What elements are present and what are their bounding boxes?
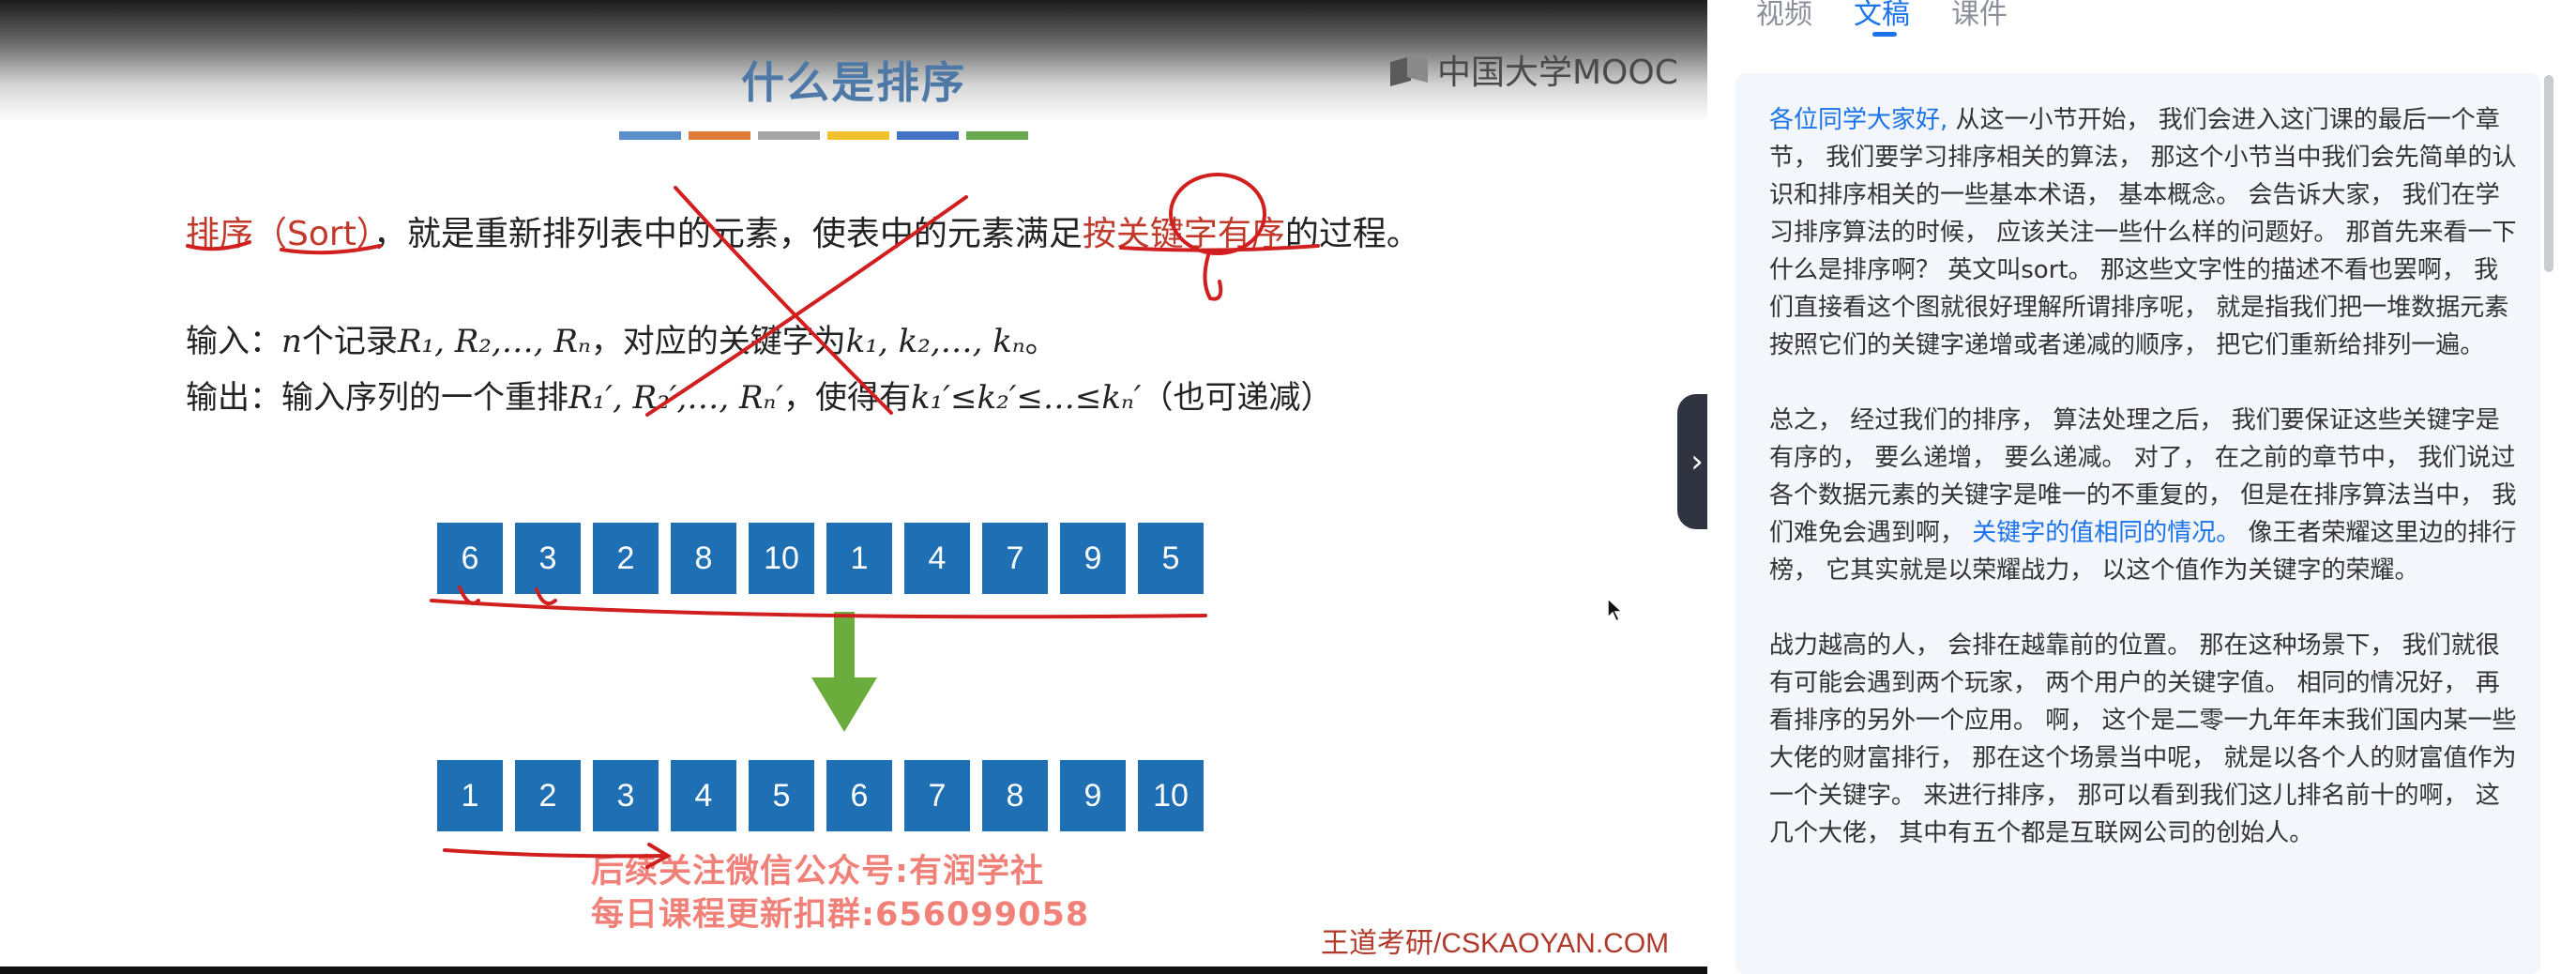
collapse-panel-button[interactable]: ›	[1677, 394, 1707, 529]
tab-transcript[interactable]: 文稿	[1854, 0, 1910, 37]
output-text-2: ，使得有	[783, 379, 912, 417]
array-cell: 4	[671, 760, 736, 831]
watermark: 后续关注微信公众号:有润学社 每日课程更新扣群:656099058	[591, 850, 1089, 936]
output-math-records: R₁′, R₂′,…, Rₙ′	[568, 379, 784, 417]
transcript-text-1: 从这一小节开始， 我们会进入这门课的最后一个章节， 我们要学习排序相关的算法， …	[1769, 106, 2517, 359]
side-panel: 视频 文稿 课件 各位同学大家好, 从这一小节开始， 我们会进入这门课的最后一个…	[1717, 0, 2576, 974]
array-cell: 9	[1060, 523, 1126, 594]
definition-body: ，就是重新排列表中的元素，使表中的元素满足	[372, 215, 1083, 253]
transcript-paragraph-2: 总之， 经过我们的排序， 算法处理之后， 我们要保证这些关键字是有序的， 要么递…	[1769, 402, 2522, 589]
array-cell: 10	[1138, 760, 1204, 831]
mooc-logo-icon	[1390, 53, 1430, 85]
mooc-logo-text: 中国大学MOOC	[1437, 53, 1678, 92]
slide-credit: 王道考研/CSKAOYAN.COM	[1321, 928, 1670, 959]
array-cell: 1	[437, 760, 503, 831]
definition-tail: 的过程。	[1284, 215, 1420, 253]
array-cell: 10	[749, 523, 814, 594]
array-cell: 7	[904, 760, 970, 831]
array-cell: 5	[749, 760, 814, 831]
output-line: 输出：输入序列的一个重排R₁′, R₂′,…, Rₙ′，使得有k₁′≤k₂′≤……	[186, 372, 1333, 418]
array-cell: 2	[593, 523, 659, 594]
input-text-2: ，对应的关键字为	[590, 323, 846, 360]
title-rule-segment	[689, 131, 750, 140]
input-line: 输入：n个记录R₁, R₂,…, Rₙ，对应的关键字为k₁, k₂,…, kₙ。	[186, 315, 1057, 361]
title-rule-segment	[758, 131, 820, 140]
output-label: 输出：	[186, 379, 281, 417]
definition-term: 排序	[186, 215, 254, 253]
watermark-line-2: 每日课程更新扣群:656099058	[591, 896, 1090, 934]
input-text-3: 。	[1024, 323, 1057, 360]
array-cell: 3	[515, 523, 581, 594]
sorted-array: 1 2 3 4 5 6 7 8 9 10	[437, 760, 1204, 831]
array-cell: 7	[982, 523, 1048, 594]
array-cell: 3	[593, 760, 659, 831]
watermark-line-1: 后续关注微信公众号:有润学社	[591, 853, 1044, 890]
array-cell: 8	[982, 760, 1048, 831]
array-cell: 6	[437, 523, 503, 594]
tab-courseware[interactable]: 课件	[1951, 0, 2008, 32]
input-text-1: 个记录	[301, 323, 398, 360]
array-cell: 8	[671, 523, 736, 594]
output-math-keys: k₁′≤k₂′≤…≤kₙ′	[911, 379, 1142, 417]
transcript-highlight-1[interactable]: 各位同学大家好,	[1769, 106, 1947, 134]
array-cell: 6	[826, 760, 892, 831]
transcript-highlight-2[interactable]: 关键字的值相同的情况。	[1972, 519, 2240, 547]
input-label: 输入：	[186, 323, 281, 360]
input-math-records: R₁, R₂,…, Rₙ	[397, 323, 591, 360]
definition-line: 排序（Sort），就是重新排列表中的元素，使表中的元素满足按关键字有序的过程。	[186, 206, 1420, 255]
transcript-paragraph-3: 战力越高的人， 会排在越靠前的位置。 那在这种场景下， 我们就很有可能会遇到两个…	[1769, 627, 2522, 852]
unsorted-array: 6 3 2 8 10 1 4 7 9 5	[437, 523, 1204, 594]
title-rule-segment	[827, 131, 889, 140]
array-cell: 4	[904, 523, 970, 594]
title-rule-segment	[897, 131, 959, 140]
mouse-cursor-icon	[1607, 597, 1624, 623]
tab-video[interactable]: 视频	[1756, 0, 1812, 32]
transcript-scrollbar[interactable]	[2544, 75, 2553, 272]
definition-sort-word: （Sort）	[253, 215, 373, 253]
video-player[interactable]: 什么是排序 中国大学MOOC 排序（Sort），就是重新排列表中的元素，使表中的…	[0, 0, 1707, 974]
title-rule-segment	[966, 131, 1028, 140]
chevron-right-icon: ›	[1690, 443, 1704, 480]
video-bottom-bar	[0, 966, 1707, 974]
array-cell: 9	[1060, 760, 1126, 831]
panel-tabs: 视频 文稿 课件	[1756, 0, 2008, 37]
circle-tail	[1203, 253, 1223, 301]
transcript-paragraph-1: 各位同学大家好, 从这一小节开始， 我们会进入这门课的最后一个章节， 我们要学习…	[1769, 101, 2522, 364]
definition-key-phrase: 按关键字有序	[1082, 215, 1285, 253]
output-text-1: 输入序列的一个重排	[281, 379, 568, 417]
array-cell: 1	[826, 523, 892, 594]
title-rule-segment	[619, 131, 681, 140]
array-cell: 2	[515, 760, 581, 831]
title-color-rule	[619, 131, 1028, 140]
input-math-keys: k₁, k₂,…, kₙ	[845, 323, 1025, 360]
input-math-n: n	[281, 323, 302, 360]
transcript-text-3: 战力越高的人， 会排在越靠前的位置。 那在这种场景下， 我们就很有可能会遇到两个…	[1769, 632, 2517, 847]
down-arrow-icon	[811, 612, 877, 732]
mooc-logo: 中国大学MOOC	[1390, 45, 1678, 94]
array-cell: 5	[1138, 523, 1204, 594]
output-text-3: （也可递减）	[1141, 379, 1333, 417]
transcript-box[interactable]: 各位同学大家好, 从这一小节开始， 我们会进入这门课的最后一个章节， 我们要学习…	[1735, 73, 2540, 974]
